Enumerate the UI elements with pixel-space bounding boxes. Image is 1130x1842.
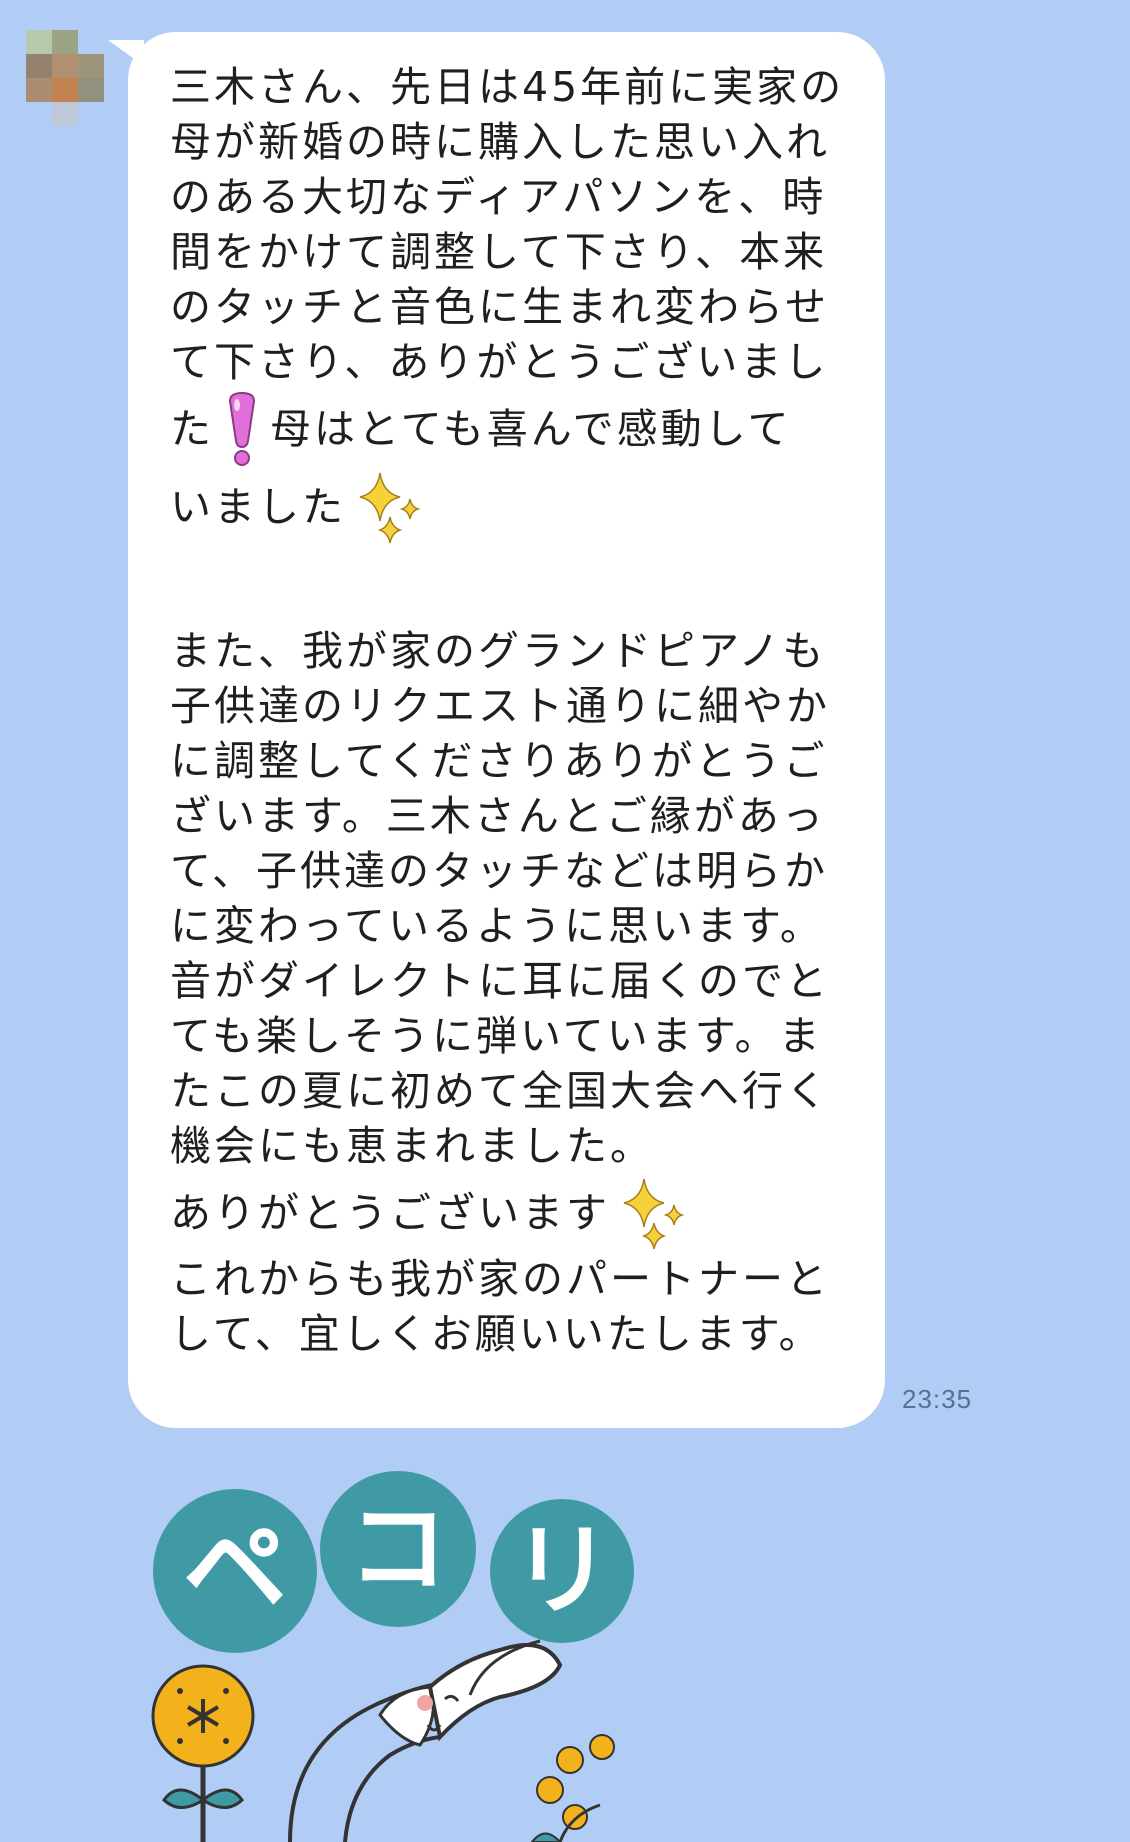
message-line: たこの夏に初めて全国大会へ行く — [170, 1067, 830, 1115]
message-line: ありがとうございます — [170, 1174, 845, 1252]
message-text: いました — [170, 483, 346, 531]
message-line: 母が新婚の時に購入した思い入れ — [170, 118, 830, 166]
rabbit-icon — [288, 1639, 563, 1842]
message-bubble[interactable]: 三木さん、先日は45年前に実家の 母が新婚の時に購入した思い入れ のある大切なデ… — [128, 32, 885, 1428]
message-line: 機会にも恵まれました。 — [170, 1122, 654, 1170]
message-line: 三木さん、先日は45年前に実家の — [170, 63, 845, 111]
message-line: のある大切なディアパソンを、時 — [170, 173, 827, 221]
sparkles-emoji-icon — [623, 1178, 685, 1250]
flower-icon — [530, 1734, 615, 1842]
message-line: ても楽しそうに弾いています。ま — [170, 1012, 823, 1060]
sticker-text: リ — [512, 1512, 612, 1629]
message-line: に調整してくださりありがとうご — [170, 737, 828, 785]
sticker-text: ペ — [183, 1508, 287, 1630]
message-line: 音がダイレクトに耳に届くのでと — [170, 957, 830, 1005]
message-line: た 母はとても喜んで感動して — [170, 390, 845, 468]
message-line: これからも我が家のパートナーと — [170, 1255, 830, 1303]
bowing-rabbit-sticker[interactable]: ペ コ リ — [140, 1455, 700, 1842]
exclamation-emoji-icon — [228, 391, 256, 466]
message-line: して、宜しくお願いいたします。 — [170, 1310, 823, 1358]
sender-avatar[interactable] — [26, 30, 104, 126]
message-line: ざいます。三木さんとご縁があっ — [170, 792, 826, 840]
message-line: いました — [170, 468, 845, 546]
message-line: 間をかけて調整して下さり、本来 — [170, 228, 828, 276]
message-line: のタッチと音色に生まれ変わらせ — [170, 283, 830, 331]
message-line: また、我が家のグランドピアノも — [170, 627, 827, 675]
message-text: た — [170, 405, 214, 453]
sticker-text: コ — [348, 1490, 448, 1607]
message-timestamp: 23:35 — [902, 1384, 973, 1414]
message-text: 母はとても喜んで感動して — [270, 405, 792, 453]
sparkles-emoji-icon — [359, 472, 421, 544]
flower-icon — [151, 1664, 255, 1842]
message-line: に変わっているように思います。 — [170, 902, 824, 950]
message-line: 子供達のリクエスト通りに細やか — [170, 682, 830, 730]
message-line: て下さり、ありがとうございまし — [170, 338, 829, 386]
message-line: て、子供達のタッチなどは明らか — [170, 847, 828, 895]
message-text: ありがとうございます — [170, 1189, 610, 1237]
